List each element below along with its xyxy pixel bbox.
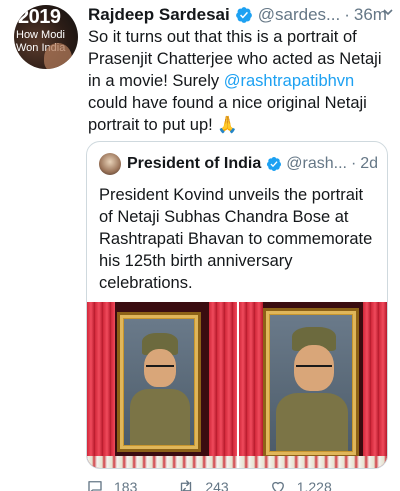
like-count: 1,228	[296, 479, 332, 491]
heart-icon	[271, 481, 284, 491]
avatar-year-text: 2019	[18, 6, 61, 28]
tweet-text-part-2: could have found a nice original Netaji …	[88, 94, 367, 134]
author-name[interactable]: Rajdeep Sardesai	[88, 5, 230, 25]
avatar-text-line-1: How Modi	[16, 29, 65, 41]
reply-button[interactable]: 183	[86, 478, 137, 491]
verified-badge-icon	[267, 157, 282, 171]
mention-link[interactable]: @rashtrapatibhvn	[224, 72, 355, 90]
quoted-tweet-header: President of India @rash... · 2d	[99, 153, 379, 175]
tweet-text: So it turns out that this is a portrait …	[88, 26, 394, 136]
tweet-header: Rajdeep Sardesai @sardes... · 36m	[88, 4, 392, 26]
author-avatar[interactable]: 2019 How Modi Won India	[14, 5, 78, 69]
quoted-author-handle[interactable]: @rash...	[286, 155, 347, 173]
quoted-tweet[interactable]: President of India @rash... · 2d Preside…	[86, 141, 388, 469]
separator-dot: ·	[350, 155, 357, 172]
verified-badge-icon	[235, 7, 252, 23]
retweet-icon	[181, 480, 192, 491]
reply-count: 183	[114, 479, 138, 491]
separator-dot: ·	[344, 5, 350, 24]
portrait-photo-2[interactable]	[239, 302, 387, 468]
retweet-button[interactable]: 243	[177, 478, 229, 491]
tweet[interactable]: 2019 How Modi Won India Rajdeep Sardesai…	[0, 0, 400, 491]
quoted-tweet-text: President Kovind unveils the portrait of…	[99, 186, 373, 292]
avatar-photo	[44, 43, 72, 69]
quoted-tweet-timestamp[interactable]: 2d	[360, 155, 378, 173]
tweet-actions: 183 243 1,228	[86, 478, 386, 491]
reply-icon	[88, 481, 102, 491]
retweet-count: 243	[205, 479, 229, 491]
like-button[interactable]: 1,228	[269, 478, 332, 491]
quoted-author-avatar[interactable]	[99, 153, 121, 175]
portrait-photo-1[interactable]	[87, 302, 237, 468]
author-handle[interactable]: @sardes...	[258, 5, 340, 25]
chevron-down-icon[interactable]	[382, 6, 394, 18]
quoted-author-name[interactable]: President of India	[127, 155, 261, 173]
quoted-tweet-media	[87, 302, 387, 468]
